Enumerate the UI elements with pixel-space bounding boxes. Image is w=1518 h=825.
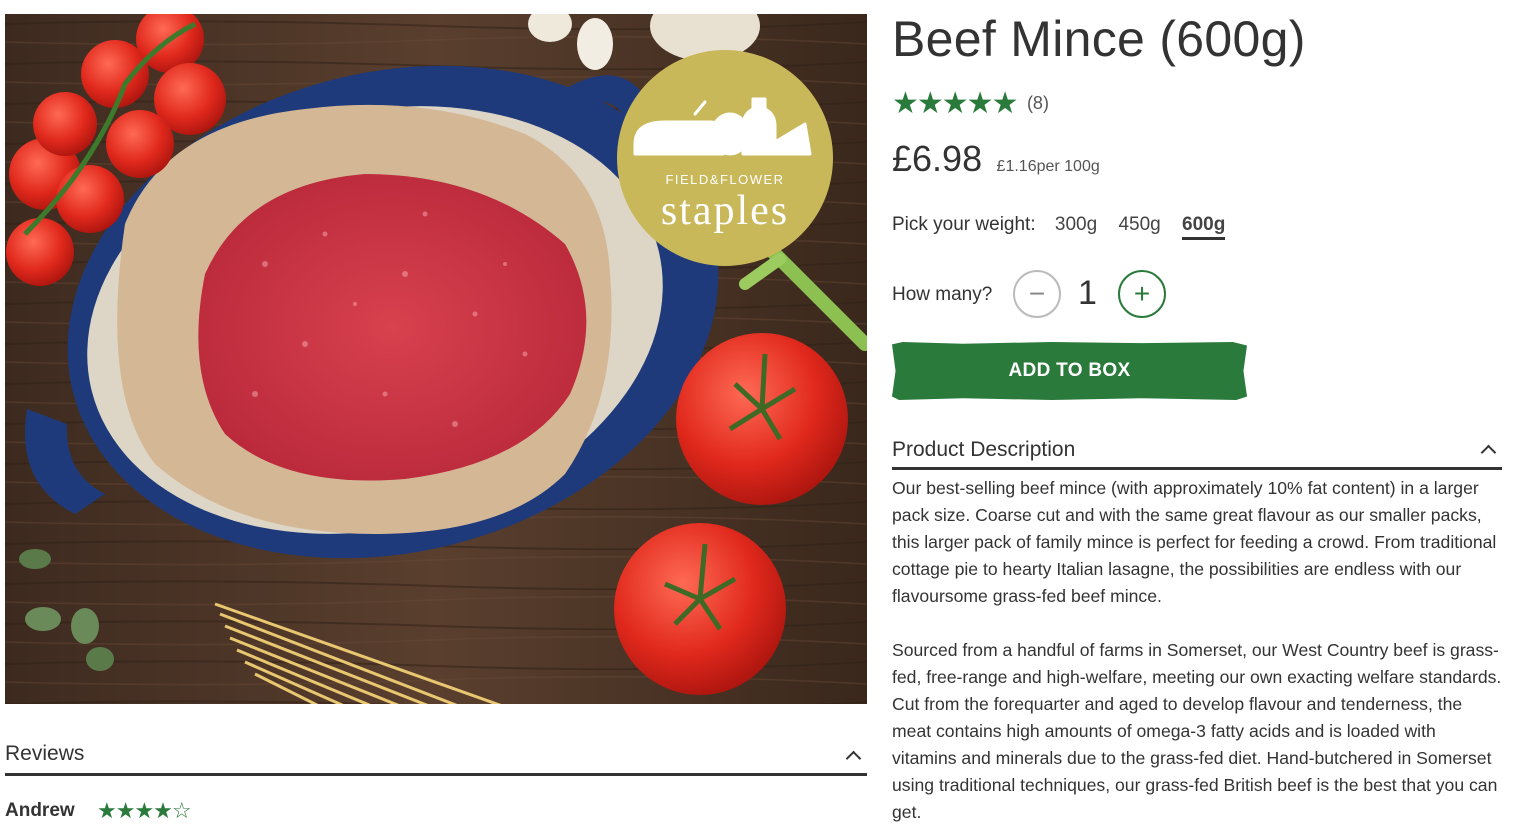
description-accordion-header[interactable]: Product Description bbox=[892, 434, 1502, 470]
review-star-rating: ★★★★☆ bbox=[97, 798, 192, 823]
product-image: FIELD&FLOWER staples bbox=[5, 14, 867, 704]
reviews-accordion-header[interactable]: Reviews bbox=[5, 738, 867, 776]
star-icon: ★★★★★ bbox=[892, 87, 1018, 120]
price-row: £6.98 £1.16per 100g bbox=[892, 138, 1100, 180]
chevron-up-icon[interactable] bbox=[1480, 442, 1496, 458]
rating-summary[interactable]: ★★★★★ (8) bbox=[892, 86, 1049, 120]
weight-option-600g[interactable]: 600g bbox=[1182, 214, 1226, 240]
weight-selector: Pick your weight: 300g 450g 600g bbox=[892, 214, 1241, 240]
unit-price: £1.16per 100g bbox=[996, 158, 1100, 175]
badge-brand-text: FIELD&FLOWER bbox=[665, 172, 784, 187]
product-price: £6.98 bbox=[892, 138, 983, 179]
staples-badge: FIELD&FLOWER staples bbox=[617, 50, 833, 266]
plus-icon[interactable]: + bbox=[1118, 270, 1166, 318]
rating-count[interactable]: (8) bbox=[1027, 93, 1049, 114]
weight-label: Pick your weight: bbox=[892, 214, 1036, 235]
review-item: Andrew ★★★★☆ bbox=[5, 798, 867, 824]
weight-option-450g[interactable]: 450g bbox=[1118, 214, 1160, 236]
product-photo: FIELD&FLOWER staples bbox=[5, 14, 867, 704]
badge-label-text: staples bbox=[661, 188, 789, 234]
reviews-heading: Reviews bbox=[5, 742, 85, 765]
description-heading: Product Description bbox=[892, 438, 1076, 461]
weight-option-300g[interactable]: 300g bbox=[1055, 214, 1097, 236]
product-title: Beef Mince (600g) bbox=[892, 11, 1306, 67]
description-body: Our best-selling beef mince (with approx… bbox=[892, 475, 1504, 825]
quantity-value: 1 bbox=[1078, 274, 1097, 312]
minus-icon[interactable]: − bbox=[1013, 270, 1061, 318]
description-paragraph: Our best-selling beef mince (with approx… bbox=[892, 478, 1497, 606]
chevron-up-icon[interactable] bbox=[845, 748, 861, 764]
reviewer-name: Andrew bbox=[5, 800, 75, 821]
quantity-stepper: How many? − 1 + bbox=[892, 270, 1192, 318]
quantity-label: How many? bbox=[892, 284, 993, 305]
add-to-box-button[interactable]: ADD TO BOX bbox=[892, 342, 1247, 400]
description-paragraph: Sourced from a handful of farms in Somer… bbox=[892, 640, 1502, 822]
